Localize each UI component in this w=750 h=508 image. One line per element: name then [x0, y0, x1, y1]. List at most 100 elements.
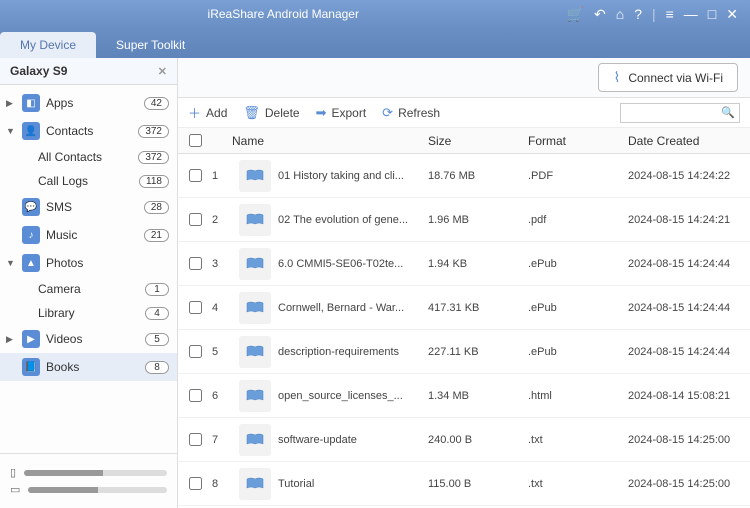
- table-row[interactable]: 6open_source_licenses_...1.34 MB.html202…: [178, 374, 750, 418]
- row-number: 8: [212, 478, 232, 490]
- table-row[interactable]: 36.0 CMMI5-SE06-T02te...1.94 KB.ePub2024…: [178, 242, 750, 286]
- connect-wifi-button[interactable]: ⌇ Connect via Wi-Fi: [598, 63, 738, 92]
- export-icon: ➡: [316, 105, 327, 121]
- row-size: 417.31 KB: [428, 302, 528, 314]
- row-date: 2024-08-15 14:25:00: [628, 434, 750, 446]
- table-row[interactable]: 202 The evolution of gene...1.96 MB.pdf2…: [178, 198, 750, 242]
- row-name: open_source_licenses_...: [278, 390, 428, 402]
- table-header: Name Size Format Date Created: [178, 128, 750, 154]
- table-row[interactable]: 8Tutorial115.00 B.txt2024-08-15 14:25:00: [178, 462, 750, 506]
- column-date[interactable]: Date Created: [628, 134, 750, 148]
- app-title: iReaShare Android Manager: [0, 7, 567, 21]
- row-number: 4: [212, 302, 232, 314]
- row-size: 227.11 KB: [428, 346, 528, 358]
- chevron-right-icon: ▶: [6, 98, 16, 109]
- help-icon[interactable]: ?: [634, 6, 642, 22]
- device-name: Galaxy S9: [10, 64, 67, 78]
- sidebar-item-camera[interactable]: Camera 1: [0, 277, 177, 301]
- column-size[interactable]: Size: [428, 134, 528, 148]
- row-name: software-update: [278, 434, 428, 446]
- table-body: 101 History taking and cli...18.76 MB.PD…: [178, 154, 750, 508]
- export-button[interactable]: ➡Export: [316, 105, 367, 121]
- sidebar-item-sms[interactable]: 💬 SMS 28: [0, 193, 177, 221]
- separator-icon: |: [652, 6, 656, 22]
- tab-my-device[interactable]: My Device: [0, 32, 96, 58]
- row-checkbox[interactable]: [189, 433, 202, 446]
- row-format: .ePub: [528, 302, 628, 314]
- row-format: .ePub: [528, 258, 628, 270]
- search-input[interactable]: 🔍: [620, 103, 740, 123]
- row-name: Tutorial: [278, 478, 428, 490]
- row-date: 2024-08-15 14:24:44: [628, 346, 750, 358]
- chevron-down-icon: ▼: [6, 258, 16, 268]
- row-checkbox[interactable]: [189, 257, 202, 270]
- wifi-label: Connect via Wi-Fi: [628, 71, 723, 85]
- row-format: .html: [528, 390, 628, 402]
- row-number: 2: [212, 214, 232, 226]
- content-area: ⌇ Connect via Wi-Fi ＋Add 🗑Delete ➡Export…: [178, 58, 750, 508]
- row-name: description-requirements: [278, 346, 428, 358]
- row-name: 02 The evolution of gene...: [278, 214, 428, 226]
- row-checkbox[interactable]: [189, 301, 202, 314]
- column-format[interactable]: Format: [528, 134, 628, 148]
- sidebar-item-library[interactable]: Library 4: [0, 301, 177, 325]
- cart-icon[interactable]: 🛒: [567, 6, 584, 23]
- row-checkbox[interactable]: [189, 345, 202, 358]
- row-date: 2024-08-15 14:24:22: [628, 170, 750, 182]
- row-size: 1.94 KB: [428, 258, 528, 270]
- delete-button[interactable]: 🗑Delete: [243, 105, 299, 121]
- row-date: 2024-08-15 14:25:00: [628, 478, 750, 490]
- row-checkbox[interactable]: [189, 389, 202, 402]
- sidebar-item-books[interactable]: 📘 Books 8: [0, 353, 177, 381]
- row-checkbox[interactable]: [189, 477, 202, 490]
- close-icon[interactable]: ✕: [726, 6, 738, 23]
- trash-icon: 🗑: [243, 105, 260, 121]
- titlebar: iReaShare Android Manager 🛒 ↶ ⌂ ? | ≡ — …: [0, 0, 750, 28]
- add-button[interactable]: ＋Add: [188, 103, 227, 122]
- sidebar-item-photos[interactable]: ▼ ▲ Photos: [0, 249, 177, 277]
- back-icon[interactable]: ↶: [594, 6, 606, 23]
- table-row[interactable]: 101 History taking and cli...18.76 MB.PD…: [178, 154, 750, 198]
- sms-icon: 💬: [22, 198, 40, 216]
- row-number: 6: [212, 390, 232, 402]
- sidebar-item-call-logs[interactable]: Call Logs 118: [0, 169, 177, 193]
- table-row[interactable]: 7software-update240.00 B.txt2024-08-15 1…: [178, 418, 750, 462]
- book-icon: [239, 380, 271, 412]
- table-row[interactable]: 4Cornwell, Bernard - War...417.31 KB.ePu…: [178, 286, 750, 330]
- select-all-checkbox[interactable]: [189, 134, 202, 147]
- maximize-icon[interactable]: □: [708, 6, 716, 22]
- row-number: 1: [212, 170, 232, 182]
- book-icon: [239, 204, 271, 236]
- table-row[interactable]: 5description-requirements227.11 KB.ePub2…: [178, 330, 750, 374]
- tab-super-toolkit[interactable]: Super Toolkit: [96, 32, 205, 58]
- home-icon[interactable]: ⌂: [616, 6, 624, 22]
- row-name: 01 History taking and cli...: [278, 170, 428, 182]
- book-icon: [239, 424, 271, 456]
- menu-icon[interactable]: ≡: [666, 6, 674, 22]
- apps-icon: ◧: [22, 94, 40, 112]
- minimize-icon[interactable]: —: [684, 6, 698, 22]
- refresh-icon: ⟳: [382, 105, 393, 121]
- sidebar-item-music[interactable]: ♪ Music 21: [0, 221, 177, 249]
- sidebar-item-videos[interactable]: ▶ ▶ Videos 5: [0, 325, 177, 353]
- sidebar-item-all-contacts[interactable]: All Contacts 372: [0, 145, 177, 169]
- books-icon: 📘: [22, 358, 40, 376]
- book-icon: [239, 468, 271, 500]
- photos-icon: ▲: [22, 254, 40, 272]
- row-date: 2024-08-15 14:24:44: [628, 258, 750, 270]
- row-checkbox[interactable]: [189, 213, 202, 226]
- refresh-button[interactable]: ⟳Refresh: [382, 105, 440, 121]
- category-tree: ▶ ◧ Apps 42 ▼ 👤 Contacts 372 All Contact…: [0, 85, 177, 453]
- row-checkbox[interactable]: [189, 169, 202, 182]
- column-name[interactable]: Name: [232, 134, 278, 148]
- chevron-right-icon: ▶: [6, 334, 16, 345]
- sidebar-item-apps[interactable]: ▶ ◧ Apps 42: [0, 89, 177, 117]
- device-tab[interactable]: Galaxy S9 ✕: [0, 58, 177, 85]
- row-format: .ePub: [528, 346, 628, 358]
- sidebar-item-contacts[interactable]: ▼ 👤 Contacts 372: [0, 117, 177, 145]
- row-name: 6.0 CMMI5-SE06-T02te...: [278, 258, 428, 270]
- row-number: 7: [212, 434, 232, 446]
- music-icon: ♪: [22, 226, 40, 244]
- contacts-icon: 👤: [22, 122, 40, 140]
- close-device-icon[interactable]: ✕: [158, 65, 167, 78]
